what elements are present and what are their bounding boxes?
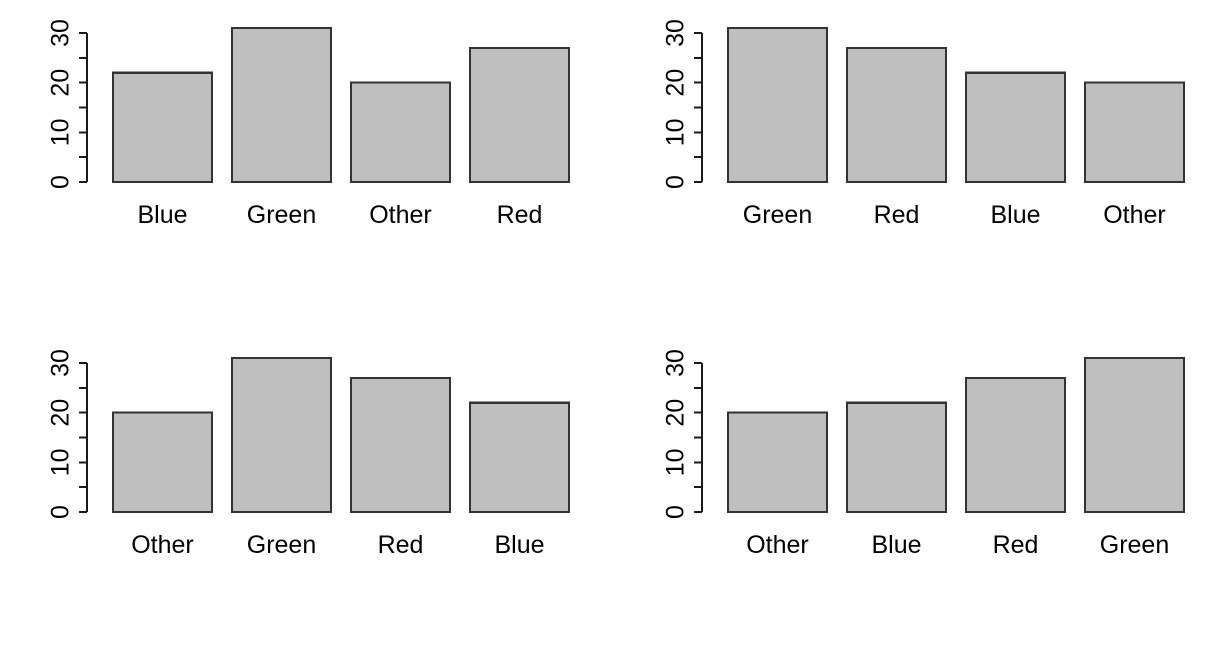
y-tick-label: 10 [662, 118, 690, 146]
panel-bottom-left: 0 10 20 30 Other Green Red Blue [0, 330, 615, 660]
y-tick-label: 30 [47, 349, 75, 377]
y-tick-label: 20 [47, 69, 75, 97]
bar-green [230, 356, 333, 514]
bar-green [230, 26, 333, 184]
y-tick-labels: 0 10 20 30 [662, 19, 690, 189]
y-tick-label: 30 [47, 19, 75, 47]
bar-red [964, 376, 1067, 514]
bar-other [1083, 81, 1186, 184]
y-tick-labels: 0 10 20 30 [47, 19, 75, 189]
y-tick-label: 10 [662, 448, 690, 476]
y-tick-label: 10 [47, 448, 75, 476]
panel-top-right: 0 10 20 30 Green Red Blue Other [615, 0, 1230, 330]
x-tick-labels: Other Green Red Blue [131, 531, 544, 559]
y-axis [694, 31, 704, 184]
x-tick-label: Blue [990, 201, 1040, 229]
y-axis [79, 31, 89, 184]
bar-red [468, 46, 571, 184]
panel-bottom-left-plot: 0 10 20 30 Other Green Red Blue [47, 349, 571, 559]
x-tick-label: Blue [137, 201, 187, 229]
x-tick-label: Red [378, 531, 424, 559]
y-tick-label: 0 [662, 175, 690, 189]
x-tick-labels: Blue Green Other Red [137, 201, 542, 229]
panel-bottom-right-plot: 0 10 20 30 Other Blue Red Green [662, 349, 1186, 559]
bar-blue [845, 401, 948, 514]
x-tick-label: Red [993, 531, 1039, 559]
y-tick-label: 10 [47, 118, 75, 146]
y-tick-label: 0 [47, 175, 75, 189]
bar-other [349, 81, 452, 184]
y-tick-labels: 0 10 20 30 [662, 349, 690, 519]
figure-canvas: 0 10 20 30 Blue Green Other Red 0 10 20 30 Green Red… [0, 0, 1230, 660]
x-tick-label: Blue [871, 531, 921, 559]
bar-blue [111, 71, 214, 184]
bars [726, 26, 1186, 184]
panel-top-left-plot: 0 10 20 30 Blue Green Other Red [47, 19, 571, 229]
y-tick-label: 20 [662, 69, 690, 97]
bars [111, 26, 571, 184]
x-tick-labels: Other Blue Red Green [746, 531, 1169, 559]
y-tick-label: 30 [662, 349, 690, 377]
bars [726, 356, 1186, 514]
bar-blue [468, 401, 571, 514]
bar-red [349, 376, 452, 514]
panel-top-right-plot: 0 10 20 30 Green Red Blue Other [662, 19, 1186, 229]
bar-green [726, 26, 829, 184]
x-tick-labels: Green Red Blue Other [743, 201, 1166, 229]
x-tick-label: Other [369, 201, 432, 229]
x-tick-label: Red [874, 201, 920, 229]
y-tick-label: 0 [662, 505, 690, 519]
y-axis [79, 361, 89, 514]
panel-top-left: 0 10 20 30 Blue Green Other Red [0, 0, 615, 330]
x-tick-label: Other [746, 531, 809, 559]
y-tick-labels: 0 10 20 30 [47, 349, 75, 519]
x-tick-label: Green [247, 201, 316, 229]
x-tick-label: Blue [494, 531, 544, 559]
bar-other [111, 411, 214, 514]
x-tick-label: Other [131, 531, 194, 559]
y-tick-label: 20 [662, 399, 690, 427]
bar-red [845, 46, 948, 184]
y-tick-label: 30 [662, 19, 690, 47]
y-tick-label: 20 [47, 399, 75, 427]
bar-blue [964, 71, 1067, 184]
bar-other [726, 411, 829, 514]
y-tick-label: 0 [47, 505, 75, 519]
x-tick-label: Red [497, 201, 543, 229]
x-tick-label: Green [743, 201, 812, 229]
x-tick-label: Other [1103, 201, 1166, 229]
bar-green [1083, 356, 1186, 514]
x-tick-label: Green [1100, 531, 1169, 559]
bars [111, 356, 571, 514]
y-axis [694, 361, 704, 514]
x-tick-label: Green [247, 531, 316, 559]
panel-bottom-right: 0 10 20 30 Other Blue Red Green [615, 330, 1230, 660]
